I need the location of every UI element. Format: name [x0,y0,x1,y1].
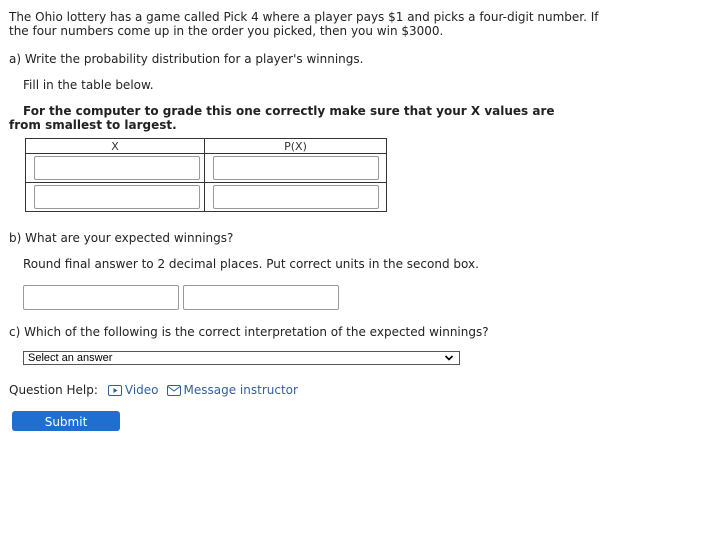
question-intro: The Ohio lottery has a game called Pick … [9,10,599,38]
message-instructor-label: Message instructor [183,383,298,397]
video-icon [107,384,122,396]
rounding-note: Round final answer to 2 decimal places. … [23,257,479,271]
select-value: Select an answer [28,352,113,364]
submit-question-button[interactable]: Submit Question [12,411,120,449]
video-link[interactable]: Video [107,383,159,397]
message-instructor-link[interactable]: Message instructor [166,383,298,397]
grading-instructions: For the computer to grade this one corre… [9,104,555,132]
video-link-label: Video [124,383,159,397]
envelope-icon [166,384,181,396]
px-value-input-2[interactable] [213,185,379,209]
x-value-input-2[interactable] [34,185,200,209]
column-header-x: X [25,138,205,154]
px-value-input-1[interactable] [213,156,379,180]
chevron-down-icon [444,355,454,361]
units-input[interactable] [183,285,339,310]
interpretation-select[interactable]: Select an answer [23,351,460,365]
x-value-input-1[interactable] [34,156,200,180]
table-row [25,153,387,183]
part-a-prompt: a) Write the probability distribution fo… [9,52,364,66]
probability-table: X P(X) [25,138,387,212]
column-header-px: P(X) [204,138,387,154]
question-help: Question Help: Video Message instructor [9,383,306,397]
fill-table-note: Fill in the table below. [23,78,154,92]
expected-winnings-input[interactable] [23,285,179,310]
question-help-label: Question Help: [9,383,98,397]
table-row [25,182,387,212]
part-b-prompt: b) What are your expected winnings? [9,231,234,245]
part-c-prompt: c) Which of the following is the correct… [9,325,489,339]
